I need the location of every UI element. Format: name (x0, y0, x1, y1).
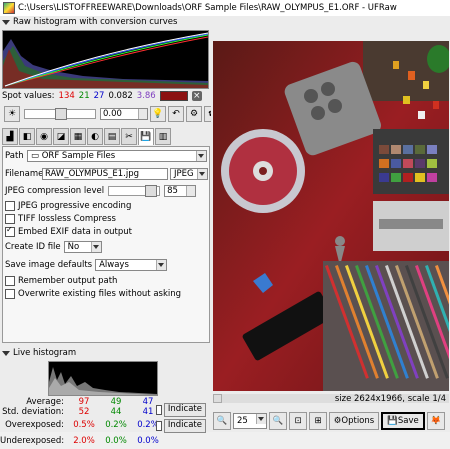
zoom-out-icon[interactable]: 🔍 (213, 412, 231, 430)
folder-icon: ▭ (31, 151, 42, 161)
compression-slider[interactable] (108, 185, 161, 197)
save-options-panel: Path ▭ ORF Sample Files Filename RAW_OLY… (2, 146, 210, 343)
compression-row: JPEG compression level 85 (5, 185, 197, 197)
raw-histogram (2, 30, 209, 89)
save-defaults-combo[interactable]: Always (95, 259, 168, 271)
spot-green: 21 (78, 91, 90, 101)
spot-m: 3.86 (136, 91, 156, 101)
preview-pane: size 2624x1966, scale 1/4 🔍 25 🔍 ⊡ ⊞ ⚙ O… (211, 16, 450, 432)
spot-values: Spot values: 134 21 27 0.082 3.86 × (2, 91, 202, 101)
tab-color-management[interactable]: ▦ (70, 128, 86, 145)
tab-lightness[interactable]: ▤ (104, 128, 120, 145)
exposure-slider[interactable] (24, 108, 96, 120)
gimp-icon[interactable]: 🦊 (427, 412, 445, 430)
live-histogram (48, 361, 158, 396)
path-combo[interactable]: ▭ ORF Sample Files (27, 150, 207, 162)
auto-exposure-icon[interactable]: 💡 (150, 106, 166, 122)
close-spot-icon[interactable]: × (191, 91, 202, 101)
compression-spinner[interactable]: 85 (164, 185, 197, 197)
tiff-lossless-row[interactable]: TIFF lossless Compress (5, 214, 116, 224)
tab-exif[interactable]: ▥ (155, 128, 171, 145)
image-size-info: size 2624x1966, scale 1/4 (334, 394, 446, 404)
save-icon: 💾 (387, 416, 398, 426)
app-icon (3, 2, 15, 14)
zoom-100-icon[interactable]: ⊞ (309, 412, 327, 430)
zoom-in-icon[interactable]: 🔍 (269, 412, 287, 430)
options-button[interactable]: ⚙ Options (329, 412, 379, 430)
save-button[interactable]: 💾 Save (381, 412, 425, 430)
tab-base-curve[interactable]: ◪ (53, 128, 69, 145)
zoom-combo[interactable]: 25 (233, 413, 267, 429)
tab-white-balance[interactable]: ▟ (2, 128, 18, 145)
embed-exif-row[interactable]: Embed EXIF data in output (5, 225, 132, 237)
format-combo[interactable]: JPEG (170, 168, 208, 180)
expander-icon (2, 350, 10, 356)
raw-histogram-header[interactable]: Raw histogram with conversion curves (0, 16, 211, 28)
image-preview[interactable] (213, 41, 449, 391)
filename-input[interactable]: RAW_OLYMPUS_E1.jpg (42, 168, 168, 180)
create-id-combo[interactable]: No (63, 241, 102, 253)
tab-save[interactable]: 💾 (138, 128, 154, 145)
indicate-underexposed-checkbox[interactable] (156, 421, 162, 431)
tool-tabs: ▟ ◧ ◉ ◪ ▦ ◐ ▤ ✂ 💾 ▥ (2, 128, 172, 146)
restore-icon[interactable]: ↶ (168, 106, 184, 122)
tiff-lossless-checkbox[interactable] (5, 214, 15, 224)
path-row: Path ▭ ORF Sample Files (5, 150, 207, 162)
live-histogram-header[interactable]: Live histogram (0, 347, 76, 359)
exposure-row: ☀ 0.00 💡 ↶ ⚙ ✿ ⟳ (2, 106, 238, 122)
left-panel: Raw histogram with conversion curves Spo… (0, 16, 238, 446)
indicate-underexposed-button[interactable]: Indicate (163, 419, 206, 433)
indicate-overexposed-checkbox[interactable] (156, 405, 162, 415)
tab-transform[interactable]: ✂ (121, 128, 137, 145)
embed-exif-checkbox[interactable] (5, 225, 15, 237)
create-id-row: Create ID file No (5, 241, 102, 253)
histogram-stats: Average: 97 49 47 Std. deviation: 52 44 41 Ove… (0, 397, 159, 446)
tab-grayscale[interactable]: ◧ (19, 128, 35, 145)
scroll-left-button[interactable] (213, 394, 222, 403)
overwrite-row[interactable]: Overwrite existing files without asking (5, 289, 181, 299)
indicate-overexposed-button[interactable]: Indicate (163, 403, 206, 417)
zoom-fit-icon[interactable]: ⊡ (289, 412, 307, 430)
spot-luminance: 0.082 (108, 91, 133, 101)
spot-blue: 27 (93, 91, 105, 101)
window-title: C:\Users\LISTOFFREEWARE\Downloads\ORF Sa… (18, 3, 397, 13)
overwrite-checkbox[interactable] (5, 289, 15, 299)
filename-row: Filename RAW_OLYMPUS_E1.jpg JPEG (5, 168, 208, 180)
bottom-toolbar: 🔍 25 🔍 ⊡ ⊞ ⚙ Options 💾 Save 🦊 (213, 410, 449, 432)
indicate-overexposed: Indicate (156, 403, 206, 417)
tab-lens[interactable]: ◉ (36, 128, 52, 145)
remember-path-row[interactable]: Remember output path (5, 276, 117, 286)
save-defaults-row: Save image defaults Always (5, 259, 168, 271)
exposure-icon: ☀ (4, 106, 20, 122)
jpeg-progressive-row[interactable]: JPEG progressive encoding (5, 201, 131, 211)
options-icon: ⚙ (333, 416, 342, 426)
spot-red: 134 (58, 91, 75, 101)
indicate-underexposed: Indicate (156, 419, 206, 433)
remember-path-checkbox[interactable] (5, 276, 15, 286)
spot-color-swatch (159, 91, 188, 101)
tab-correct[interactable]: ◐ (87, 128, 103, 145)
title-bar: C:\Users\LISTOFFREEWARE\Downloads\ORF Sa… (0, 0, 450, 16)
jpeg-progressive-checkbox[interactable] (5, 201, 15, 211)
blue-settings-icon[interactable]: ⚙ (186, 106, 202, 122)
expander-icon (2, 19, 10, 25)
exposure-spinner[interactable]: 0.00 (100, 108, 148, 120)
